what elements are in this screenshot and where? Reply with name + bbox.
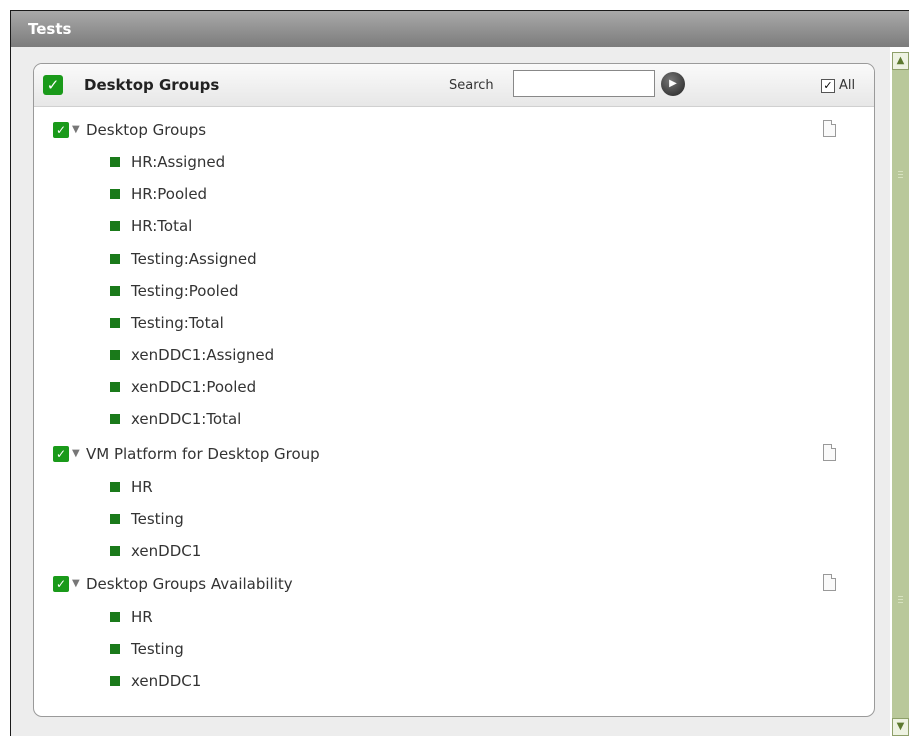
list-item[interactable]: HR:Total <box>34 216 874 238</box>
status-square <box>110 189 120 199</box>
status-square <box>110 546 120 556</box>
item-label: xenDDC1:Pooled <box>131 378 257 396</box>
search-input[interactable] <box>513 70 655 97</box>
search-label: Search <box>449 78 494 93</box>
status-square <box>110 612 120 622</box>
scroll-up-icon[interactable]: ▲ <box>892 52 909 70</box>
list-item[interactable]: Testing:Pooled <box>34 281 874 303</box>
status-square <box>110 318 120 328</box>
list-item[interactable]: xenDDC1 <box>34 541 874 563</box>
group-row-desktop-groups[interactable]: ✓ ▼ Desktop Groups <box>34 120 874 142</box>
item-label: Testing:Pooled <box>131 282 239 300</box>
group-row-vm-platform[interactable]: ✓ ▼ VM Platform for Desktop Group <box>34 444 874 466</box>
item-label: Testing:Total <box>131 314 224 332</box>
status-square <box>110 221 120 231</box>
item-label: HR:Total <box>131 217 193 235</box>
status-square <box>110 482 120 492</box>
status-square <box>110 254 120 264</box>
scroll-down-icon[interactable]: ▼ <box>892 718 909 736</box>
list-item[interactable]: Testing <box>34 509 874 531</box>
list-item[interactable]: xenDDC1:Pooled <box>34 377 874 399</box>
chevron-down-icon[interactable]: ▼ <box>72 122 80 138</box>
scroll-grip <box>898 177 903 178</box>
document-icon[interactable] <box>823 574 836 591</box>
scroll-grip <box>898 602 903 603</box>
scroll-grip <box>898 171 903 172</box>
list-item[interactable]: HR:Assigned <box>34 152 874 174</box>
item-label: Testing:Assigned <box>131 250 257 268</box>
check-icon[interactable]: ✓ <box>43 75 63 95</box>
tests-panel: ✓ Desktop Groups Search ▶ ✓ All ✓ ▼ Desk… <box>33 63 875 717</box>
chevron-down-icon[interactable]: ▼ <box>72 576 80 592</box>
all-checkbox[interactable]: ✓ <box>821 79 835 93</box>
list-item[interactable]: xenDDC1:Assigned <box>34 345 874 367</box>
item-label: HR <box>131 608 153 626</box>
group-row-availability[interactable]: ✓ ▼ Desktop Groups Availability <box>34 574 874 596</box>
go-arrow-icon[interactable]: ▶ <box>661 72 685 96</box>
item-label: HR <box>131 478 153 496</box>
item-label: xenDDC1 <box>131 672 202 690</box>
item-label: xenDDC1:Total <box>131 410 242 428</box>
chevron-down-icon[interactable]: ▼ <box>72 446 80 462</box>
item-label: Testing <box>131 640 184 658</box>
item-label: Testing <box>131 510 184 528</box>
status-square <box>110 157 120 167</box>
list-item[interactable]: HR <box>34 477 874 499</box>
item-label: HR:Pooled <box>131 185 208 203</box>
list-item[interactable]: Testing:Total <box>34 313 874 335</box>
list-item[interactable]: xenDDC1 <box>34 671 874 693</box>
all-label: All <box>839 78 856 93</box>
scroll-grip <box>898 599 903 600</box>
check-icon[interactable]: ✓ <box>53 122 69 138</box>
panel-header: ✓ Desktop Groups Search ▶ ✓ All <box>34 64 874 107</box>
scroll-grip <box>898 596 903 597</box>
status-square <box>110 286 120 296</box>
item-label: xenDDC1 <box>131 542 202 560</box>
status-square <box>110 514 120 524</box>
list-item[interactable]: Testing <box>34 639 874 661</box>
status-square <box>110 676 120 686</box>
status-square <box>110 644 120 654</box>
group-label: Desktop Groups Availability <box>86 575 293 593</box>
status-square <box>110 414 120 424</box>
scroll-grip <box>898 174 903 175</box>
item-label: HR:Assigned <box>131 153 226 171</box>
check-icon[interactable]: ✓ <box>53 576 69 592</box>
list-item[interactable]: Testing:Assigned <box>34 249 874 271</box>
list-item[interactable]: xenDDC1:Total <box>34 409 874 431</box>
panel-title: Desktop Groups <box>84 76 220 94</box>
document-icon[interactable] <box>823 444 836 461</box>
item-label: xenDDC1:Assigned <box>131 346 275 364</box>
status-square <box>110 350 120 360</box>
status-square <box>110 382 120 392</box>
check-icon[interactable]: ✓ <box>53 446 69 462</box>
vertical-scrollbar[interactable]: ▲ ▼ <box>892 52 909 736</box>
document-icon[interactable] <box>823 120 836 137</box>
list-item[interactable]: HR:Pooled <box>34 184 874 206</box>
group-label: Desktop Groups <box>86 121 207 139</box>
group-label: VM Platform for Desktop Group <box>86 445 320 463</box>
title-bar: Tests <box>11 11 909 47</box>
list-item[interactable]: HR <box>34 607 874 629</box>
window-title: Tests <box>28 20 72 38</box>
